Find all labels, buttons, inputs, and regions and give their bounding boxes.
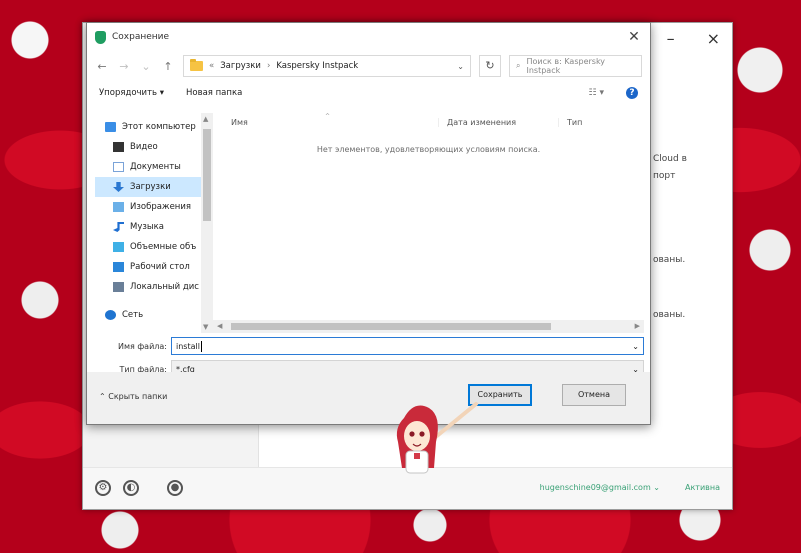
filename-value: install — [176, 341, 200, 351]
column-header-type[interactable]: Тип — [558, 117, 644, 127]
scroll-down-icon[interactable]: ▼ — [203, 323, 208, 331]
filename-input[interactable]: install ⌄ — [171, 337, 644, 355]
nav-item-network[interactable]: Сеть — [95, 305, 213, 325]
dialog-titlebar[interactable]: Сохранение ✕ — [87, 23, 650, 51]
nav-item-label: Сеть — [122, 310, 144, 320]
network-icon — [105, 310, 116, 320]
breadcrumb-overflow[interactable]: « — [209, 61, 214, 71]
nav-item-label: Этот компьютер — [122, 122, 196, 132]
view-options-button[interactable]: ☷ ▾ — [589, 88, 604, 98]
kaspersky-shield-icon — [95, 30, 106, 44]
nav-item-label: Загрузки — [130, 182, 171, 192]
horizontal-scrollbar-thumb[interactable] — [231, 323, 551, 330]
nav-item-disk[interactable]: Локальный дис — [95, 277, 213, 297]
nav-item-label: Музыка — [130, 222, 164, 232]
back-arrow-icon[interactable]: ← — [95, 60, 109, 73]
browser-area: Этот компьютер Видео Документы Загрузки Изоб… — [95, 113, 644, 333]
nav-item-label: Изображения — [130, 202, 192, 212]
column-name-label: Имя — [231, 117, 248, 127]
folder-icon — [190, 59, 203, 71]
close-icon[interactable]: ✕ — [624, 27, 644, 47]
close-icon[interactable]: × — [707, 29, 720, 48]
navigation-pane: Этот компьютер Видео Документы Загрузки Изоб… — [95, 113, 213, 333]
nav-item-label: Локальный дис — [130, 282, 199, 292]
filename-label: Имя файла: — [117, 341, 167, 351]
account-icon[interactable]: ● — [167, 480, 183, 496]
images-icon — [113, 202, 124, 212]
recent-dropdown-icon[interactable]: ⌄ — [139, 60, 153, 73]
pc-icon — [105, 122, 116, 132]
nav-scrollbar-thumb[interactable] — [203, 129, 211, 221]
address-dropdown-icon[interactable]: ⌄ — [457, 62, 464, 71]
filename-dropdown-icon[interactable]: ⌄ — [632, 342, 639, 351]
minimize-icon[interactable]: – — [667, 29, 675, 48]
search-icon: ⌕ — [516, 61, 521, 70]
background-text-status2: ованы. — [653, 310, 686, 320]
filename-row: Имя файла: install ⌄ — [95, 337, 644, 355]
disk-icon — [113, 282, 124, 292]
nav-item-downloads[interactable]: Загрузки — [95, 177, 213, 197]
organize-button[interactable]: Упорядочить ▾ — [99, 88, 164, 98]
file-list-pane[interactable]: ^ Имя Дата изменения Тип Нет элементов, … — [213, 113, 644, 333]
nav-item-video[interactable]: Видео — [95, 137, 213, 157]
horizontal-scrollbar[interactable]: ◀ ▶ — [213, 320, 644, 333]
column-headers: ^ Имя Дата изменения Тип — [213, 113, 644, 131]
nav-item-pc[interactable]: Этот компьютер — [95, 117, 213, 137]
background-text-status1: ованы. — [653, 255, 686, 265]
support-icon[interactable]: ◐ — [123, 480, 139, 496]
empty-results-message: Нет элементов, удовлетворяющих условиям … — [316, 145, 541, 154]
dialog-title: Сохранение — [112, 32, 170, 42]
column-header-date[interactable]: Дата изменения — [438, 117, 558, 127]
desktop-icon — [113, 262, 124, 272]
settings-icon[interactable]: ⚙ — [95, 480, 111, 496]
nav-scrollbar[interactable]: ▲ ▼ — [201, 113, 213, 333]
sort-indicator-icon: ^ — [325, 112, 331, 120]
search-placeholder: Поиск в: Kaspersky Instpack — [526, 57, 606, 75]
background-window-controls: – × — [667, 29, 720, 48]
hide-folders-toggle[interactable]: ⌃ Скрыть папки — [99, 392, 167, 401]
background-text-cloud: Cloud в — [653, 154, 687, 164]
dialog-footer: ⌃ Скрыть папки Сохранить Отмена — [87, 372, 650, 424]
music-icon — [113, 222, 124, 232]
help-icon[interactable]: ? — [626, 87, 638, 99]
text-cursor — [200, 340, 202, 352]
account-email[interactable]: hugenschine09@gmail.com ⌄ — [540, 483, 660, 492]
objects-icon — [113, 242, 124, 252]
navigation-list: Этот компьютер Видео Документы Загрузки Изоб… — [95, 113, 213, 325]
video-icon — [113, 142, 124, 152]
new-folder-button[interactable]: Новая папка — [186, 88, 242, 98]
breadcrumb-instpack[interactable]: Kaspersky Instpack — [276, 61, 358, 71]
breadcrumb-separator: › — [266, 61, 271, 71]
dialog-toolbar: Упорядочить ▾ Новая папка ☷ ▾ ? — [87, 81, 650, 105]
nav-item-label: Документы — [130, 162, 181, 172]
nav-item-images[interactable]: Изображения — [95, 197, 213, 217]
nav-item-music[interactable]: Музыка — [95, 217, 213, 237]
column-header-name[interactable]: ^ Имя — [213, 113, 438, 127]
nav-item-desktop[interactable]: Рабочий стол — [95, 257, 213, 277]
scroll-right-icon[interactable]: ▶ — [635, 322, 640, 330]
background-text-port: порт — [653, 171, 676, 181]
save-dialog: Сохранение ✕ ← → ⌄ ↑ « Загрузки › Kasper… — [86, 22, 651, 425]
breadcrumb-downloads[interactable]: Загрузки — [220, 61, 261, 71]
nav-item-label: Рабочий стол — [130, 262, 190, 272]
forward-arrow-icon[interactable]: → — [117, 60, 131, 73]
nav-item-docs[interactable]: Документы — [95, 157, 213, 177]
anime-girl-sticker — [396, 402, 478, 474]
refresh-icon[interactable]: ↻ — [479, 55, 501, 77]
status-link[interactable]: Активна — [685, 483, 720, 492]
downloads-icon — [113, 182, 124, 192]
docs-icon — [113, 162, 124, 172]
nav-item-label: Объемные объ — [130, 242, 197, 252]
scroll-up-icon[interactable]: ▲ — [203, 115, 208, 123]
nav-item-label: Видео — [130, 142, 158, 152]
address-row: ← → ⌄ ↑ « Загрузки › Kaspersky Instpack … — [87, 51, 650, 81]
scroll-left-icon[interactable]: ◀ — [217, 322, 222, 330]
address-bar[interactable]: « Загрузки › Kaspersky Instpack ⌄ — [183, 55, 471, 77]
cancel-button[interactable]: Отмена — [562, 384, 626, 406]
nav-item-objects[interactable]: Объемные объ — [95, 237, 213, 257]
up-arrow-icon[interactable]: ↑ — [161, 60, 175, 73]
search-input[interactable]: ⌕ Поиск в: Kaspersky Instpack — [509, 55, 642, 77]
